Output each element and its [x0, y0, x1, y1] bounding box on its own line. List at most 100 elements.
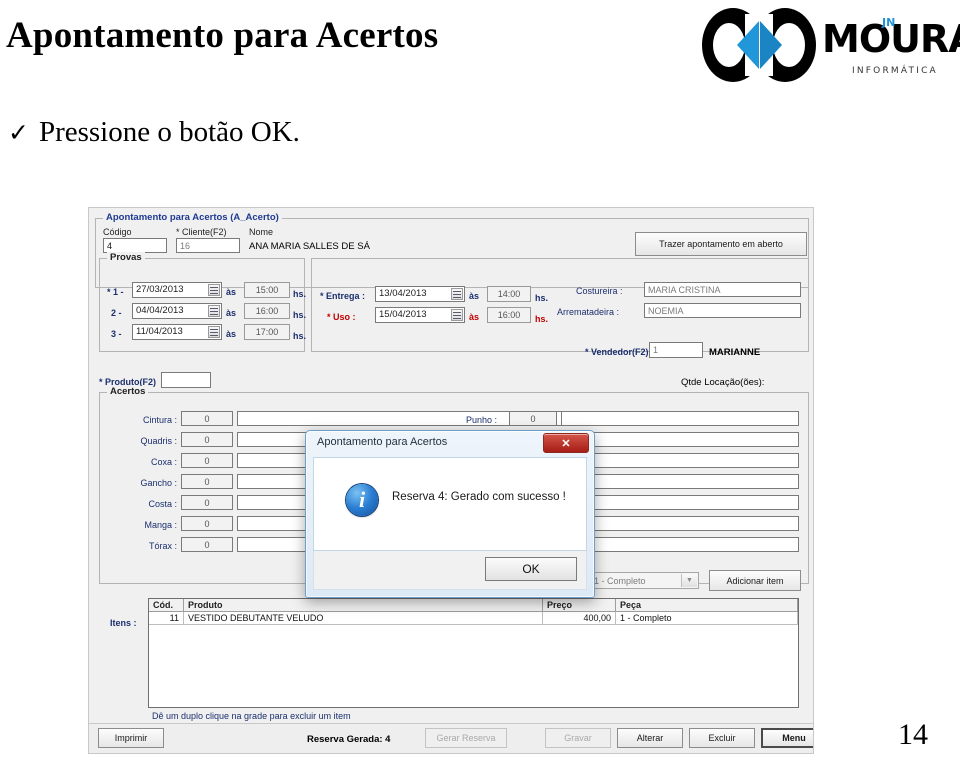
acerto-right-note-6[interactable]: [561, 516, 799, 531]
bullet-line: ✓ Pressione o botão OK.: [8, 116, 300, 149]
gravar-label: Gravar: [564, 733, 592, 743]
acerto-right-note-5[interactable]: [561, 495, 799, 510]
prova-3-time[interactable]: 17:00: [244, 324, 290, 340]
calendar-icon[interactable]: [451, 288, 463, 300]
arrematadeira-input[interactable]: NOEMIA: [644, 303, 801, 318]
cliente-input[interactable]: 16: [176, 238, 240, 253]
acerto-right-note-2[interactable]: [561, 432, 799, 447]
punho-value[interactable]: 0: [509, 411, 557, 426]
trazer-apontamento-label: Trazer apontamento em aberto: [659, 239, 783, 249]
menu-button[interactable]: Menu: [761, 728, 813, 748]
calendar-icon[interactable]: [208, 284, 220, 296]
acerto-value-coxa[interactable]: 0: [181, 453, 233, 468]
ok-button[interactable]: OK: [485, 557, 577, 581]
acerto-label-coxa: Coxa :: [150, 457, 177, 467]
prova-1-number: * 1 -: [107, 287, 124, 297]
uso-label: * Uso :: [327, 312, 356, 322]
acerto-value-quadris[interactable]: 0: [181, 432, 233, 447]
acerto-value-gancho[interactable]: 0: [181, 474, 233, 489]
moura-informatica-logo: MOURA JN INFORMÁTICA: [700, 6, 960, 86]
adicionar-item-label: Adicionar item: [726, 575, 784, 586]
prova-3-as-label: às: [226, 329, 237, 339]
prova-1-date[interactable]: 27/03/2013: [132, 282, 222, 298]
trazer-apontamento-button[interactable]: Trazer apontamento em aberto: [635, 232, 807, 256]
logo-badge: JN: [882, 16, 896, 29]
adicionar-item-button[interactable]: Adicionar item: [709, 570, 801, 591]
dialog-titlebar[interactable]: Apontamento para Acertos ✕: [306, 431, 594, 457]
prova-2-time[interactable]: 16:00: [244, 303, 290, 319]
alterar-button[interactable]: Alterar: [617, 728, 683, 748]
uso-date-text: 15/04/2013: [379, 309, 427, 320]
col-produto[interactable]: Produto: [183, 599, 543, 612]
calendar-icon[interactable]: [451, 309, 463, 321]
dialog-footer: OK: [313, 551, 587, 590]
dialog-title: Apontamento para Acertos: [317, 436, 448, 448]
bullet-text: Pressione o botão OK.: [38, 116, 300, 148]
table-row[interactable]: 11 VESTIDO DEBUTANTE VELUDO 400,00 1 - C…: [149, 611, 798, 625]
acerto-value-manga[interactable]: 0: [181, 516, 233, 531]
acerto-label-costa: Costa :: [148, 499, 177, 509]
nome-value: ANA MARIA SALLES DE SÁ: [249, 241, 370, 252]
chevron-down-icon[interactable]: ▼: [681, 574, 697, 587]
calendar-icon[interactable]: [208, 305, 220, 317]
costureira-input[interactable]: MARIA CRISTINA: [644, 282, 801, 297]
costureira-label: Costureira :: [576, 286, 623, 296]
prova-2-as-label: às: [226, 308, 237, 318]
vendedor-name: MARIANNE: [709, 347, 761, 358]
prova-1-as-label: às: [226, 287, 237, 297]
acerto-right-note-7[interactable]: [561, 537, 799, 552]
page-title: Apontamento para Acertos: [6, 15, 439, 56]
success-dialog: Apontamento para Acertos ✕ i Reserva 4: …: [305, 430, 595, 598]
vendedor-input[interactable]: 1: [649, 342, 703, 358]
acerto-label-gancho: Gancho :: [140, 478, 177, 488]
codigo-input[interactable]: 4: [103, 238, 167, 253]
produto-input[interactable]: [161, 372, 211, 388]
cell-peca: 1 - Completo: [615, 611, 798, 625]
prova-3-date-text: 11/04/2013: [136, 326, 183, 337]
gerar-reserva-button[interactable]: Gerar Reserva: [425, 728, 507, 748]
prova-1-date-text: 27/03/2013: [136, 284, 184, 295]
group-acertos-legend: Acertos: [107, 386, 149, 397]
close-icon[interactable]: ✕: [543, 433, 589, 453]
entrega-date[interactable]: 13/04/2013: [375, 286, 465, 302]
acerto-value-torax[interactable]: 0: [181, 537, 233, 552]
prova-1-time[interactable]: 15:00: [244, 282, 290, 298]
cell-cod: 11: [149, 611, 184, 625]
uso-date[interactable]: 15/04/2013: [375, 307, 465, 323]
acerto-value-cintura[interactable]: 0: [181, 411, 233, 426]
col-preco[interactable]: Preço: [542, 599, 616, 612]
acerto-value-costa[interactable]: 0: [181, 495, 233, 510]
punho-note[interactable]: [561, 411, 799, 426]
cell-produto: VESTIDO DEBUTANTE VELUDO: [183, 611, 543, 625]
gerar-reserva-label: Gerar Reserva: [436, 733, 496, 743]
prova-3-number: 3 -: [111, 329, 122, 339]
calendar-icon[interactable]: [208, 326, 220, 338]
cliente-label: * Cliente(F2): [176, 227, 227, 237]
itens-grid[interactable]: Cód. Produto Preço Peça 11 VESTIDO DEBUT…: [148, 598, 799, 708]
acerto-right-note-3[interactable]: [561, 453, 799, 468]
ok-button-label: OK: [522, 562, 540, 576]
peca-combo[interactable]: 1 - Completo ▼: [589, 572, 699, 589]
uso-time[interactable]: 16:00: [487, 307, 531, 323]
info-icon: i: [346, 484, 378, 516]
prova-2-date[interactable]: 04/04/2013: [132, 303, 222, 319]
reserva-status: Reserva Gerada: 4: [307, 734, 391, 745]
acerto-label-manga: Manga :: [144, 520, 177, 530]
col-cod[interactable]: Cód.: [149, 599, 184, 612]
prova-1-hs-label: hs.: [293, 289, 307, 299]
excluir-button[interactable]: Excluir: [689, 728, 755, 748]
col-peca[interactable]: Peça: [615, 599, 798, 612]
alterar-label: Alterar: [636, 733, 664, 743]
gravar-button[interactable]: Gravar: [545, 728, 611, 748]
acerto-right-note-4[interactable]: [561, 474, 799, 489]
prova-2-date-text: 04/04/2013: [136, 305, 184, 316]
prova-3-date[interactable]: 11/04/2013: [132, 324, 222, 340]
imprimir-button[interactable]: Imprimir: [98, 728, 164, 748]
dialog-message: Reserva 4: Gerado com sucesso !: [392, 491, 566, 503]
menu-label: Menu: [782, 733, 806, 743]
uso-as-label: às: [469, 312, 480, 322]
entrega-time[interactable]: 14:00: [487, 286, 531, 302]
prova-3-hs-label: hs.: [293, 331, 307, 341]
footer-toolbar: Imprimir Reserva Gerada: 4 Gerar Reserva…: [89, 723, 813, 753]
group-apontamento-legend: Apontamento para Acertos (A_Acerto): [103, 212, 282, 223]
